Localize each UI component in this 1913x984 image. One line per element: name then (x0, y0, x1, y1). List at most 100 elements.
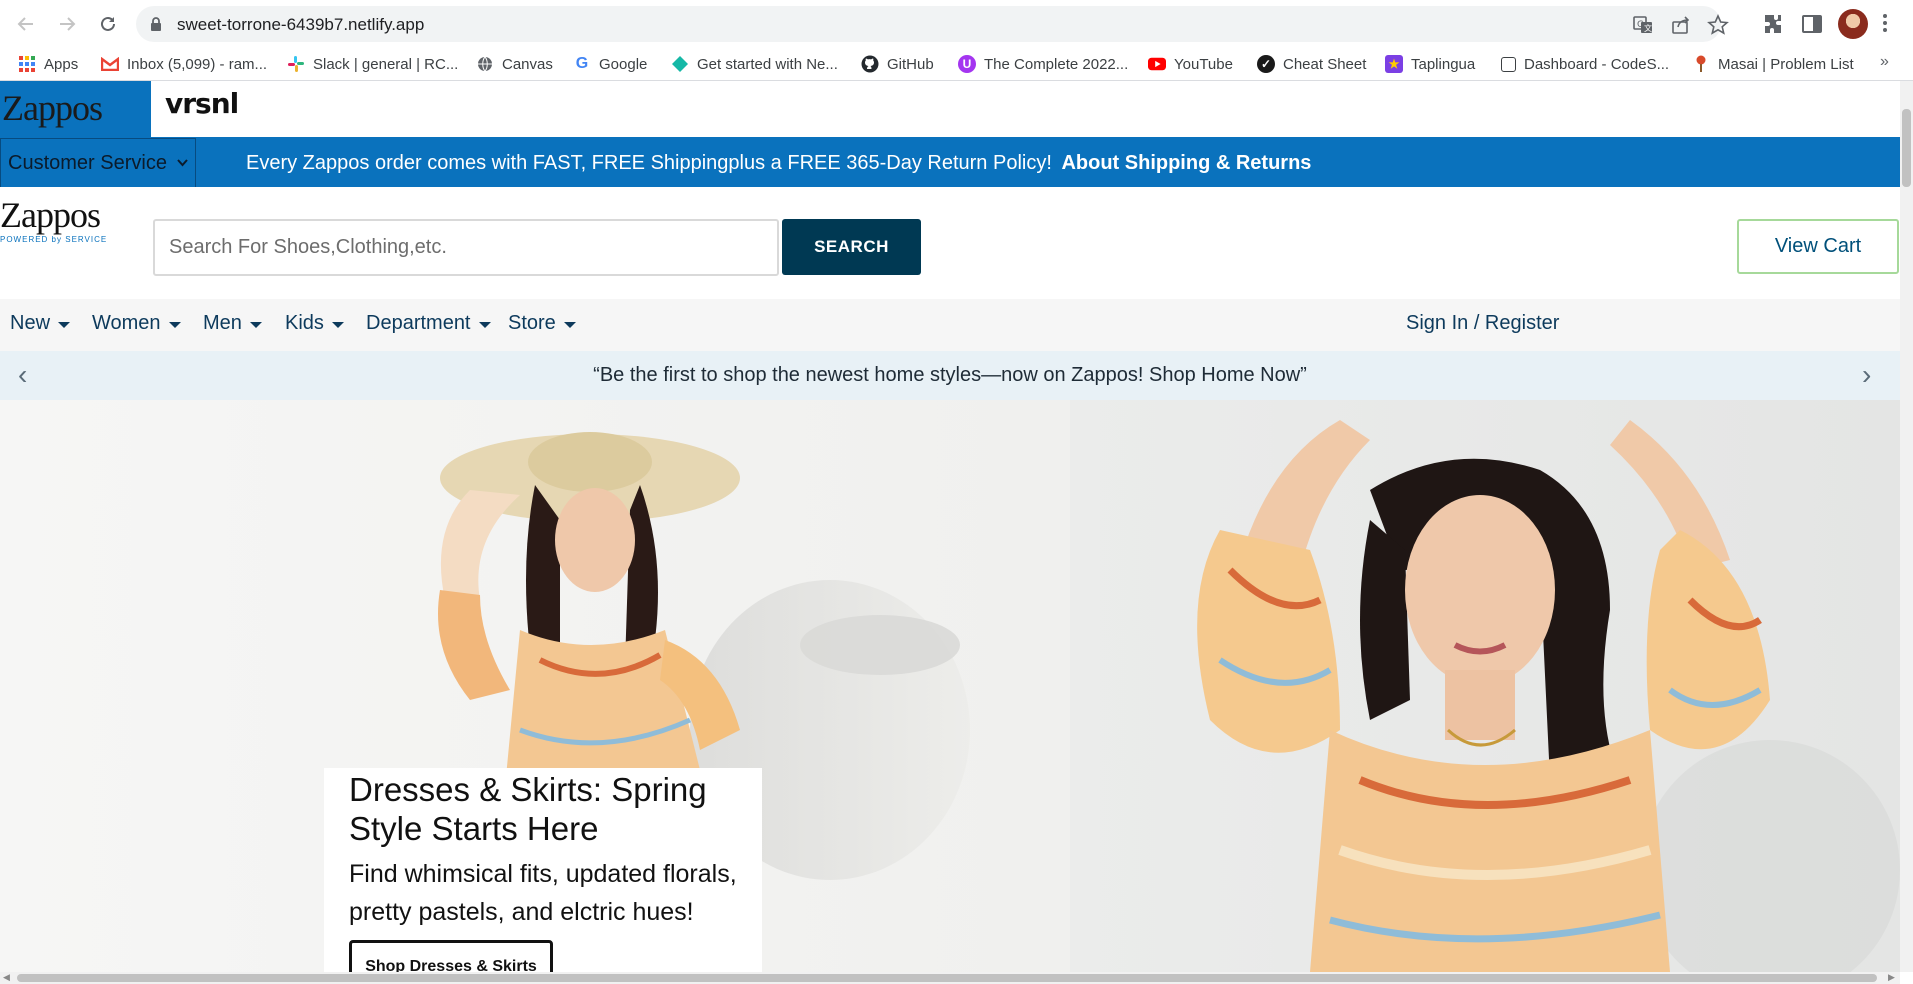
bookmark-label: Cheat Sheet (1283, 55, 1367, 73)
brand-strip: Zappos vrsnl (0, 81, 1900, 137)
bookmark-dashboard-codes[interactable]: Dashboard - CodeS... (1501, 54, 1669, 74)
view-cart-button[interactable]: View Cart (1737, 219, 1899, 274)
page-icon (1501, 56, 1516, 72)
promo-message: Every Zappos order comes with FAST, FREE… (246, 152, 1052, 174)
netlify-icon (671, 55, 689, 73)
nav-label: Men (203, 312, 242, 334)
announcement-carousel: ‹ “Be the first to shop the newest home … (0, 351, 1900, 400)
google-icon: G (575, 55, 589, 72)
nav-item-women[interactable]: Women (92, 312, 181, 335)
shop-dresses-skirts-button[interactable]: Shop Dresses & Skirts (349, 940, 553, 972)
bookmark-label: Dashboard - CodeS... (1524, 55, 1670, 73)
nav-item-new[interactable]: New (10, 312, 71, 335)
bookmark-label: Canvas (502, 55, 553, 73)
reload-icon[interactable] (94, 10, 122, 38)
horizontal-scrollbar[interactable]: ◀ ▶ (0, 972, 1900, 984)
bookmark-masai[interactable]: Masai | Problem List (1692, 54, 1854, 74)
bookmark-label: Masai | Problem List (1718, 55, 1854, 73)
bookmark-inbox[interactable]: Inbox (5,099) - ram... (101, 54, 267, 74)
apps-grid-icon (18, 55, 36, 73)
hero-banner: Dresses & Skirts: Spring Style Starts He… (0, 400, 1900, 972)
back-arrow-icon[interactable] (12, 10, 40, 38)
nav-item-men[interactable]: Men (203, 312, 262, 335)
browser-toolbar: sweet-torrone-6439b7.netlify.app G文 (0, 0, 1913, 47)
shipping-returns-link[interactable]: About Shipping & Returns (1061, 152, 1311, 174)
caret-down-icon (168, 321, 181, 328)
carousel-next-icon[interactable]: › (1862, 359, 1871, 391)
hero-subtitle: Find whimsical fits, updated florals, pr… (349, 860, 737, 926)
profile-avatar[interactable] (1838, 9, 1868, 39)
forward-arrow-icon[interactable] (53, 10, 81, 38)
bookmark-label: Google (599, 55, 648, 73)
search-button[interactable]: SEARCH (782, 219, 921, 275)
chrome-menu-icon[interactable] (1882, 12, 1888, 34)
bookmark-google[interactable]: G Google (573, 54, 648, 74)
caret-down-icon (478, 321, 491, 328)
customer-service-label: Customer Service (8, 151, 167, 174)
vrsnl-logo[interactable]: vrsnl (165, 87, 239, 120)
scroll-left-icon[interactable]: ◀ (3, 972, 10, 983)
github-icon (861, 55, 879, 73)
bookmark-label: Get started with Ne... (697, 55, 838, 73)
bookmark-slack[interactable]: Slack | general | RC... (287, 54, 458, 74)
promo-text: Every Zappos order comes with FAST, FREE… (246, 152, 1311, 175)
extensions-puzzle-icon[interactable] (1761, 12, 1785, 36)
bookmark-label: Taplingua (1411, 55, 1476, 73)
hero-promo-card: Dresses & Skirts: Spring Style Starts He… (324, 768, 762, 972)
cheat-sheet-icon: ✓ (1257, 55, 1275, 73)
bookmark-cheat-sheet[interactable]: ✓ Cheat Sheet (1257, 54, 1366, 74)
nav-item-department[interactable]: Department (366, 312, 491, 335)
bookmark-label: YouTube (1174, 55, 1233, 73)
bookmark-label: GitHub (887, 55, 934, 73)
caret-down-icon (249, 321, 262, 328)
bookmark-netlify[interactable]: Get started with Ne... (671, 54, 838, 74)
youtube-icon (1148, 55, 1166, 73)
slack-icon (287, 55, 305, 73)
globe-icon (476, 55, 494, 73)
bookmark-canvas[interactable]: Canvas (476, 54, 553, 74)
gmail-icon (101, 55, 119, 73)
bookmark-star-icon[interactable] (1707, 14, 1729, 36)
customer-service-dropdown[interactable]: Customer Service (0, 138, 196, 188)
scrollbar-thumb[interactable] (1902, 109, 1911, 187)
zappos-logo[interactable]: Zappos POWERED by SERVICE (0, 197, 107, 244)
logo-wordmark: Zappos (0, 195, 101, 235)
bookmarks-overflow-icon[interactable]: » (1880, 53, 1889, 71)
nav-label: Kids (285, 312, 324, 334)
taplingua-icon: ★ (1385, 55, 1403, 73)
bookmarks-bar: Apps Inbox (5,099) - ram... Slack | gene… (0, 47, 1913, 81)
svg-text:文: 文 (1644, 23, 1652, 33)
zappos-brand-tab[interactable]: Zappos (0, 81, 151, 137)
share-icon[interactable] (1670, 14, 1692, 36)
page-content: Zappos vrsnl Customer Service Every Zapp… (0, 81, 1900, 972)
bookmark-taplingua[interactable]: ★ Taplingua (1385, 54, 1475, 74)
bookmark-complete-2022[interactable]: U The Complete 2022... (958, 54, 1128, 74)
shipping-promo-bar: Customer Service Every Zappos order come… (0, 137, 1900, 188)
nav-label: Women (92, 312, 161, 334)
nav-item-store[interactable]: Store (508, 312, 576, 335)
search-input[interactable] (153, 219, 779, 276)
carousel-message[interactable]: “Be the first to shop the newest home st… (0, 364, 1900, 387)
bookmark-label: Inbox (5,099) - ram... (127, 55, 268, 73)
model-arms-raised-illustration (1197, 420, 1900, 972)
hero-image-right[interactable] (1070, 400, 1900, 972)
scrollbar-thumb[interactable] (17, 974, 1877, 982)
udemy-icon: U (958, 55, 976, 73)
nav-item-kids[interactable]: Kids (285, 312, 344, 335)
bookmark-youtube[interactable]: YouTube (1148, 54, 1233, 74)
caret-down-icon (563, 321, 576, 328)
sign-in-register-link[interactable]: Sign In / Register (1406, 312, 1559, 335)
side-panel-icon[interactable] (1800, 12, 1824, 36)
chevron-down-icon (177, 156, 188, 170)
vertical-scrollbar[interactable] (1900, 81, 1913, 972)
bookmark-github[interactable]: GitHub (861, 54, 934, 74)
caret-down-icon (58, 321, 71, 328)
bookmark-label: Slack | general | RC... (313, 55, 459, 73)
address-bar[interactable]: sweet-torrone-6439b7.netlify.app G文 (136, 6, 1729, 42)
bookmark-apps[interactable]: Apps (18, 54, 78, 74)
bookmark-label: Apps (44, 55, 79, 73)
lock-icon (151, 17, 161, 31)
scroll-right-icon[interactable]: ▶ (1888, 972, 1895, 983)
url-text: sweet-torrone-6439b7.netlify.app (177, 15, 425, 34)
translate-icon[interactable]: G文 (1632, 14, 1654, 36)
